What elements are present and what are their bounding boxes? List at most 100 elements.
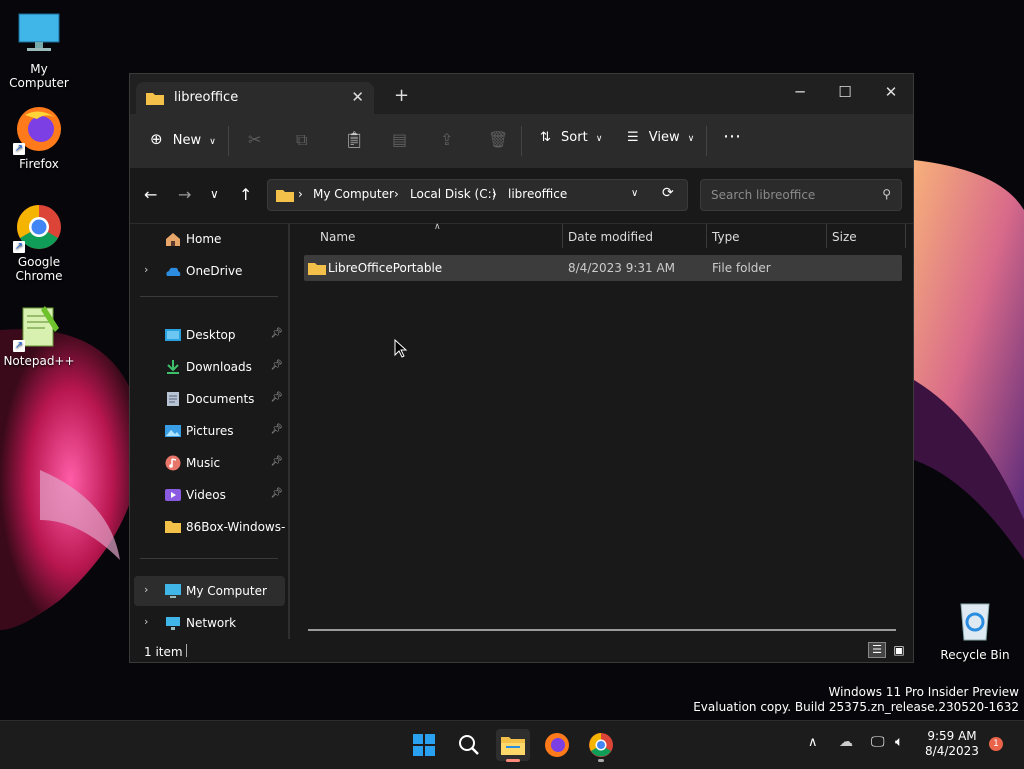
pin-icon[interactable]: 📌︎ <box>270 392 283 403</box>
column-divider[interactable] <box>706 224 707 248</box>
nav-item-desktop[interactable]: Desktop 📌︎ <box>134 320 285 350</box>
forward-arrow-icon[interactable]: → <box>178 185 191 204</box>
view-label: View <box>648 130 680 145</box>
network-status-icon[interactable]: 🖵︎ <box>871 734 885 750</box>
column-divider[interactable] <box>905 224 906 248</box>
breadcrumb-chevron-icon[interactable]: › <box>492 187 497 201</box>
nav-item-music[interactable]: Music 📌︎ <box>134 448 285 478</box>
desktop-icon-recycle-bin[interactable]: Recycle Bin <box>937 596 1013 662</box>
view-button[interactable]: ☰ View ∨ <box>627 130 694 145</box>
address-row: ← → ∨ ↑ › My Computer › Local Disk (C:) … <box>130 168 913 224</box>
breadcrumb-my-computer[interactable]: My Computer <box>313 187 394 201</box>
cloud-offline-icon[interactable]: ☁ <box>839 734 853 750</box>
clock-time: 9:59 AM <box>927 729 977 743</box>
new-button[interactable]: ⊕ New ∨ <box>150 130 216 148</box>
download-icon <box>167 360 179 374</box>
desktop-icon-label: Firefox <box>19 157 59 171</box>
title-bar: libreoffice ✕ + ─ ☐ ✕ <box>130 74 913 114</box>
file-row[interactable]: LibreOfficePortable 8/4/2023 9:31 AM Fil… <box>304 255 902 281</box>
share-icon[interactable]: ⇪ <box>440 130 453 149</box>
windows-evaluation-watermark: Windows 11 Pro Insider Preview Evaluatio… <box>693 685 1019 715</box>
nav-item-my-computer[interactable]: › My Computer <box>134 576 285 606</box>
address-bar[interactable]: › My Computer › Local Disk (C:) › libreo… <box>267 179 688 211</box>
toolbar-divider <box>228 126 229 156</box>
nav-item-videos[interactable]: Videos 📌︎ <box>134 480 285 510</box>
address-dropdown-chevron-icon[interactable]: ∨ <box>631 188 638 199</box>
minimize-button[interactable]: ─ <box>777 78 823 106</box>
tab-close-icon[interactable]: ✕ <box>351 88 364 106</box>
show-hidden-icons-chevron-icon[interactable]: ∧ <box>808 735 818 750</box>
delete-icon[interactable]: 🗑︎ <box>488 130 508 149</box>
breadcrumb-chevron-icon[interactable]: › <box>298 187 303 201</box>
column-header-date-modified[interactable]: Date modified <box>568 230 653 244</box>
pin-icon[interactable]: 📌︎ <box>270 456 283 467</box>
search-box[interactable]: ⚲ <box>700 179 902 211</box>
maximize-button[interactable]: ☐ <box>822 78 868 106</box>
column-header-name[interactable]: Name <box>320 230 355 244</box>
nav-item-86box[interactable]: 86Box-Windows-32 <box>134 512 285 542</box>
taskbar-chrome[interactable] <box>584 729 618 762</box>
column-header-type[interactable]: Type <box>712 230 740 244</box>
folder-icon <box>308 263 326 275</box>
column-divider[interactable] <box>562 224 563 248</box>
nav-item-network[interactable]: › Network <box>134 608 285 638</box>
chevron-down-icon: ∨ <box>595 134 603 144</box>
details-view-icon[interactable]: ☰ <box>868 642 886 658</box>
chevron-right-icon[interactable]: › <box>144 583 148 596</box>
active-app-indicator <box>506 759 520 762</box>
taskbar-firefox[interactable] <box>540 729 574 761</box>
search-icon[interactable]: ⚲ <box>882 187 891 201</box>
more-options-icon[interactable]: ⋯ <box>723 126 742 147</box>
horizontal-scrollbar[interactable] <box>308 629 896 631</box>
nav-item-onedrive[interactable]: › OneDrive <box>134 256 285 286</box>
desktop-icon-label: My Computer <box>9 62 69 90</box>
pin-icon[interactable]: 📌︎ <box>270 360 283 371</box>
file-name[interactable]: LibreOfficePortable <box>328 261 442 275</box>
search-button[interactable] <box>452 729 486 761</box>
breadcrumb-local-disk[interactable]: Local Disk (C:) <box>410 187 496 201</box>
notification-badge[interactable]: 1 <box>989 737 1003 751</box>
back-arrow-icon[interactable]: ← <box>144 185 157 204</box>
pin-icon[interactable]: 📌︎ <box>270 488 283 499</box>
nav-label: OneDrive <box>186 264 243 278</box>
taskbar-file-explorer[interactable] <box>496 729 530 762</box>
refresh-icon[interactable]: ⟳ <box>662 185 674 201</box>
desktop-icon-my-computer[interactable]: My Computer <box>1 10 77 90</box>
pin-icon[interactable]: 📌︎ <box>270 328 283 339</box>
desktop-icon-notepad-plus-plus[interactable]: ↗ Notepad++ <box>1 302 77 368</box>
recycle-bin-icon <box>951 596 999 644</box>
breadcrumb-chevron-icon[interactable]: › <box>394 187 399 201</box>
recent-locations-chevron-icon[interactable]: ∨ <box>210 187 219 201</box>
nav-item-downloads[interactable]: Downloads 📌︎ <box>134 352 285 382</box>
videos-icon <box>165 489 181 501</box>
volume-icon[interactable]: 🔈︎ <box>895 734 903 750</box>
chevron-right-icon[interactable]: › <box>144 615 148 628</box>
desktop-icon-firefox[interactable]: ↗ Firefox <box>1 105 77 171</box>
tab-libreoffice[interactable]: libreoffice ✕ <box>136 82 374 114</box>
cut-icon[interactable]: ✂ <box>248 130 261 149</box>
chevron-right-icon[interactable]: › <box>144 263 148 276</box>
rename-icon[interactable]: ▤ <box>392 130 407 149</box>
column-header-size[interactable]: Size <box>832 230 857 244</box>
paste-icon[interactable]: 📋︎ <box>344 130 364 149</box>
plus-circle-icon: ⊕ <box>150 130 163 148</box>
column-divider[interactable] <box>826 224 827 248</box>
desktop-icon-google-chrome[interactable]: ↗ Google Chrome <box>1 203 77 283</box>
nav-item-home[interactable]: Home <box>134 224 285 254</box>
nav-item-pictures[interactable]: Pictures 📌︎ <box>134 416 285 446</box>
nav-item-documents[interactable]: Documents 📌︎ <box>134 384 285 414</box>
breadcrumb-libreoffice[interactable]: libreoffice <box>508 187 567 201</box>
close-button[interactable]: ✕ <box>868 78 914 106</box>
file-list: ∧ Name Date modified Type Size LibreOffi… <box>290 222 913 639</box>
sort-button[interactable]: ⇅ Sort ∨ <box>540 130 602 145</box>
file-explorer-window: libreoffice ✕ + ─ ☐ ✕ ⊕ New ∨ ✂ ⧉ 📋︎ ▤ ⇪… <box>129 73 914 663</box>
search-input[interactable] <box>709 187 873 203</box>
clock[interactable]: 9:59 AM 8/4/2023 <box>925 729 979 759</box>
copy-icon[interactable]: ⧉ <box>296 130 307 150</box>
start-button[interactable] <box>407 729 441 761</box>
pin-icon[interactable]: 📌︎ <box>270 424 283 435</box>
new-tab-button[interactable]: + <box>394 87 409 105</box>
up-arrow-icon[interactable]: ↑ <box>239 185 252 204</box>
tiles-view-icon[interactable]: ▣ <box>890 642 908 658</box>
nav-label: Desktop <box>186 328 236 342</box>
